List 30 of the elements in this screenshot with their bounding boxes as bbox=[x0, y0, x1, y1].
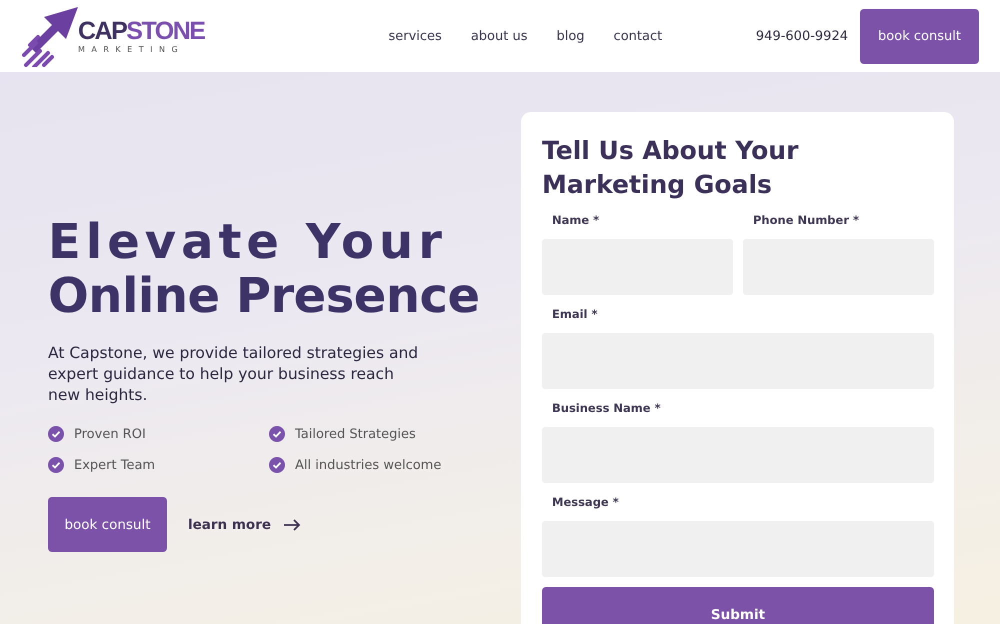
field-label: Message * bbox=[551, 494, 620, 511]
form-title: Tell Us About Your Marketing Goals bbox=[542, 135, 800, 201]
phone-number[interactable]: 949-600-9924 bbox=[756, 28, 848, 44]
feature-label: All industries welcome bbox=[295, 458, 442, 472]
feature-label: Expert Team bbox=[74, 458, 156, 472]
rocket-icon bbox=[22, 5, 80, 67]
check-icon bbox=[269, 426, 285, 442]
learn-more-link[interactable]: learn more bbox=[188, 516, 302, 532]
check-icon bbox=[48, 457, 64, 473]
nav-link[interactable]: about us bbox=[470, 28, 528, 44]
hero-title: Online Presence bbox=[48, 269, 481, 323]
feature-label: Tailored Strategies bbox=[295, 426, 416, 442]
hero-title: Elevate Your bbox=[48, 215, 448, 269]
nav-link[interactable]: contact bbox=[614, 28, 662, 44]
arrow-right-icon bbox=[283, 518, 302, 530]
field-label: Email * bbox=[551, 306, 599, 323]
book-consult-button[interactable]: book consult bbox=[860, 8, 979, 64]
logo-tagline: MARKETING bbox=[78, 45, 186, 55]
check-icon bbox=[269, 457, 285, 473]
nav-link[interactable]: blog bbox=[556, 28, 585, 44]
field-label: Business Name * bbox=[551, 400, 662, 417]
hero-description: At Capstone, we provide tailored strategies and expert guidance to help your business reach new heights. bbox=[48, 343, 420, 406]
book-consult-button[interactable]: book consult bbox=[48, 497, 167, 552]
field-label: Phone Number * bbox=[752, 212, 860, 229]
logo-text: CAPSTONE bbox=[78, 17, 204, 45]
nav-link[interactable]: services bbox=[388, 28, 442, 44]
check-icon bbox=[48, 426, 64, 442]
feature-label: Proven ROI bbox=[74, 426, 146, 442]
field-label: Name * bbox=[551, 212, 600, 229]
submit-button[interactable]: Submit bbox=[542, 587, 934, 624]
